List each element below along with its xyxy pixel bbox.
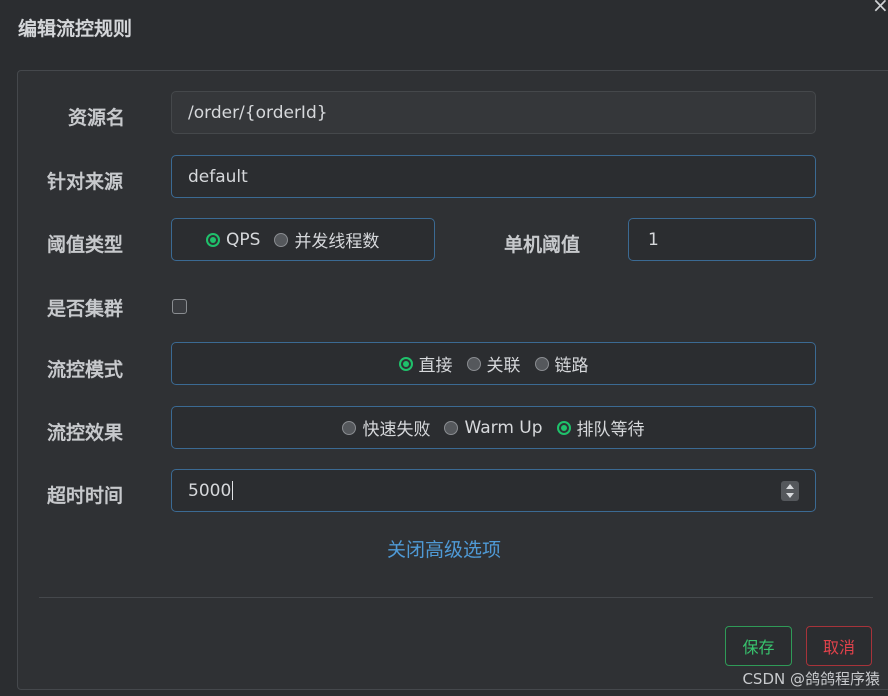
flow-mode-option-chain[interactable]: 链路 (534, 351, 589, 376)
dialog: 编辑流控规则 × 资源名 /order/{orderId} 针对来源 defau… (0, 0, 888, 696)
flow-mode-option-direct[interactable]: 直接 (398, 351, 453, 376)
advanced-options-toggle[interactable]: 关闭高级选项 (0, 535, 888, 562)
threshold-type-group: QPS 并发线程数 (171, 218, 435, 261)
flow-mode-group: 直接 关联 链路 (171, 342, 816, 385)
threshold-type-option-thread[interactable]: 并发线程数 (274, 227, 379, 252)
resource-value: /order/{orderId} (188, 102, 328, 123)
timeout-label: 超时时间 (47, 485, 124, 507)
text-caret (232, 481, 234, 500)
flow-mode-option-related[interactable]: 关联 (466, 351, 521, 376)
radio-icon[interactable] (444, 420, 459, 435)
origin-input[interactable]: default (171, 155, 816, 198)
single-threshold-value: 1 (648, 229, 659, 250)
cluster-label: 是否集群 (47, 298, 124, 320)
radio-icon[interactable] (274, 232, 289, 247)
threshold-type-label: 阈值类型 (47, 234, 124, 256)
flow-effect-group: 快速失败 Warm Up 排队等待 (171, 406, 816, 449)
timeout-input[interactable]: 5000 (171, 469, 816, 512)
watermark: CSDN @鸽鸽程序猿 (742, 670, 880, 688)
radio-icon[interactable] (534, 356, 549, 371)
radio-checked-icon[interactable] (556, 420, 571, 435)
flow-effect-option-fast-fail[interactable]: 快速失败 (342, 415, 430, 440)
flow-effect-option-warm-up[interactable]: Warm Up (444, 418, 543, 438)
flow-effect-option-queue[interactable]: 排队等待 (556, 415, 645, 440)
origin-label: 针对来源 (47, 171, 124, 193)
cluster-checkbox[interactable] (172, 299, 187, 314)
resource-label: 资源名 (68, 107, 126, 129)
timeout-value: 5000 (188, 480, 232, 501)
radio-checked-icon[interactable] (398, 356, 413, 371)
footer-divider (39, 597, 873, 598)
radio-icon[interactable] (342, 420, 357, 435)
origin-value: default (188, 166, 248, 187)
threshold-type-option-qps[interactable]: QPS (206, 230, 260, 250)
single-threshold-label: 单机阈值 (504, 234, 581, 256)
spinner-icon[interactable] (781, 481, 799, 501)
flow-mode-label: 流控模式 (47, 359, 124, 381)
flow-effect-label: 流控效果 (47, 422, 124, 444)
save-button[interactable]: 保存 (725, 626, 792, 666)
dialog-title: 编辑流控规则 (18, 18, 133, 40)
single-threshold-input[interactable]: 1 (628, 218, 816, 261)
close-icon[interactable]: × (872, 0, 888, 16)
cancel-button[interactable]: 取消 (806, 626, 872, 666)
radio-icon[interactable] (466, 356, 481, 371)
resource-input[interactable]: /order/{orderId} (171, 91, 816, 134)
radio-checked-icon[interactable] (206, 232, 220, 247)
